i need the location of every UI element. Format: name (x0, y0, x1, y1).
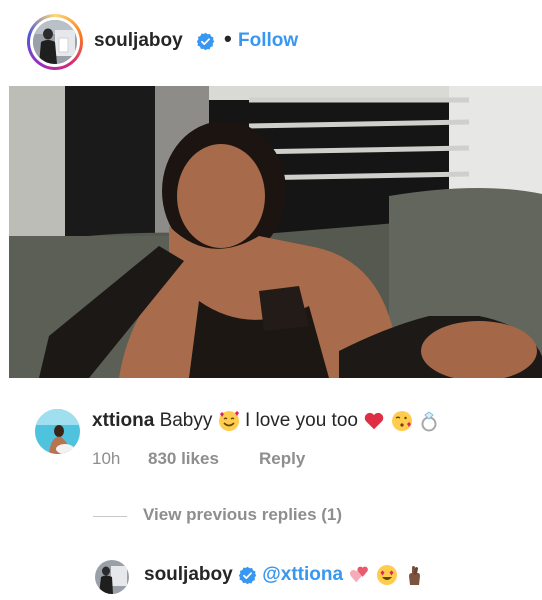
post-username[interactable]: souljaboy (94, 30, 183, 52)
comment-username[interactable]: xttiona (92, 410, 154, 431)
replies-divider (93, 516, 127, 517)
crossed-fingers-icon (408, 566, 420, 585)
follow-button[interactable]: Follow (238, 30, 298, 52)
reply-text: souljaboy @xttiona (144, 564, 425, 586)
ring-icon (421, 411, 437, 432)
comment-body-2: I love you too (244, 410, 358, 432)
verified-badge-icon (196, 32, 215, 51)
red-heart-icon (365, 412, 384, 430)
verified-badge-icon (238, 566, 257, 584)
mention-link[interactable]: @xttiona (262, 564, 343, 585)
view-previous-replies-button[interactable]: View previous replies (1) (143, 505, 342, 525)
comment-body: Babyy (159, 410, 213, 432)
separator-dot: • (224, 26, 232, 51)
commenter-avatar[interactable] (35, 409, 80, 454)
post-image[interactable] (9, 86, 542, 378)
avatar[interactable] (33, 20, 77, 64)
comment-text: xttiona Babyy I love you too (92, 410, 440, 432)
reply-avatar[interactable] (95, 560, 129, 594)
reply-button[interactable]: Reply (259, 449, 305, 469)
comment-time: 10h (92, 449, 121, 468)
reply-username[interactable]: souljaboy (144, 564, 233, 585)
smiling-face-with-hearts-icon (218, 411, 239, 431)
story-ring[interactable] (27, 14, 83, 70)
comment-likes[interactable]: 830 likes (148, 449, 219, 469)
face-blowing-kiss-icon (391, 411, 412, 431)
two-hearts-icon (350, 566, 369, 583)
heart-eyes-face-icon (376, 565, 397, 585)
post-header: souljaboy • Follow (0, 0, 542, 82)
